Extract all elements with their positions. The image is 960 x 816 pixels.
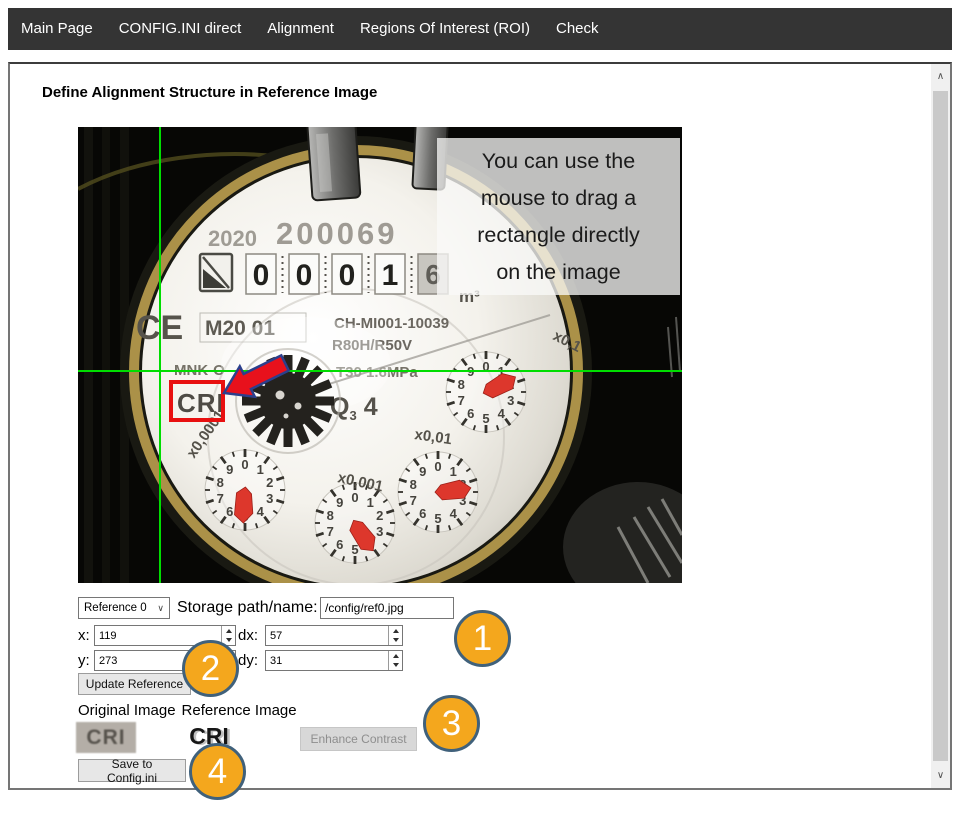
svg-text:6: 6 (226, 504, 233, 519)
dial-x0-01: 0123456789 (398, 451, 478, 533)
svg-text:0: 0 (296, 259, 313, 292)
dy-label: dy: (238, 650, 258, 671)
application-window: Main Page CONFIG.INI direct Alignment Re… (0, 0, 960, 816)
svg-text:7: 7 (217, 491, 224, 506)
register-digits: 0 0 0 1 6 (246, 254, 448, 294)
svg-text:5: 5 (434, 511, 441, 526)
serial-year: 2020 (208, 226, 257, 251)
step-badge-2: 2 (182, 640, 239, 697)
reference-image[interactable]: 2020 200069 (78, 127, 682, 583)
meter-clip-left (307, 127, 360, 201)
dial-x0-1: 0123456789 (446, 351, 526, 433)
x-label: x: (78, 625, 90, 646)
svg-text:1: 1 (257, 462, 264, 477)
svg-text:1: 1 (367, 495, 374, 510)
svg-text:3: 3 (376, 524, 383, 539)
svg-text:6: 6 (336, 537, 343, 552)
original-image-thumb: CRI (76, 722, 136, 753)
dx-label: dx: (238, 625, 258, 646)
comparison-labels: Original Image Reference Image (78, 702, 297, 719)
svg-text:0: 0 (434, 459, 441, 474)
svg-text:0: 0 (351, 490, 358, 505)
scroll-down-icon[interactable]: ∨ (931, 765, 950, 786)
dx-spinner[interactable] (388, 626, 402, 645)
svg-text:3: 3 (507, 393, 514, 408)
svg-text:8: 8 (217, 475, 224, 490)
dy-spinner[interactable] (388, 651, 402, 670)
enhance-contrast-button[interactable]: Enhance Contrast (300, 727, 417, 751)
nav-item-alignment[interactable]: Alignment (254, 8, 347, 50)
dy-input[interactable] (265, 650, 403, 671)
svg-text:2: 2 (266, 475, 273, 490)
svg-text:5: 5 (351, 542, 358, 557)
svg-text:7: 7 (458, 393, 465, 408)
nav-item-check[interactable]: Check (543, 8, 612, 50)
page-title: Define Alignment Structure in Reference … (42, 84, 377, 101)
svg-text:4: 4 (450, 506, 458, 521)
reference-image-label: Reference Image (182, 702, 297, 719)
svg-text:1: 1 (450, 464, 457, 479)
svg-text:8: 8 (327, 508, 334, 523)
svg-text:6: 6 (467, 406, 474, 421)
svg-text:3: 3 (266, 491, 273, 506)
nav-item-config-ini[interactable]: CONFIG.INI direct (106, 8, 255, 50)
dial-x0-001: 0123456789 (315, 482, 395, 564)
y-label: y: (78, 650, 90, 671)
step-badge-3: 3 (423, 695, 480, 752)
dx-input[interactable] (265, 625, 403, 646)
svg-text:0: 0 (339, 259, 356, 292)
svg-text:9: 9 (336, 495, 343, 510)
scroll-up-icon[interactable]: ∧ (931, 66, 950, 87)
scrollbar[interactable]: ∧ ∨ (931, 64, 950, 788)
nav-item-roi[interactable]: Regions Of Interest (ROI) (347, 8, 543, 50)
content-frame: Define Alignment Structure in Reference … (8, 62, 952, 790)
svg-text:0: 0 (241, 457, 248, 472)
update-reference-button[interactable]: Update Reference (78, 673, 191, 695)
drag-hint-overlay: You can use the mouse to drag a rectangl… (437, 138, 680, 295)
nav-item-main-page[interactable]: Main Page (8, 8, 106, 50)
svg-text:6: 6 (419, 506, 426, 521)
chevron-down-icon: ∨ (157, 603, 164, 614)
svg-text:7: 7 (327, 524, 334, 539)
serial-number: 200069 (276, 216, 397, 251)
svg-text:4: 4 (498, 406, 506, 421)
svg-text:1: 1 (382, 259, 399, 292)
original-image-label: Original Image (78, 702, 176, 719)
svg-text:9: 9 (419, 464, 426, 479)
register-icon (200, 254, 232, 291)
svg-text:9: 9 (226, 462, 233, 477)
step-badge-4: 4 (189, 743, 246, 800)
step-badge-1: 1 (454, 610, 511, 667)
svg-text:8: 8 (458, 377, 465, 392)
gear-icon (236, 349, 340, 453)
storage-path-input[interactable] (320, 597, 454, 619)
svg-text:4: 4 (257, 504, 265, 519)
scroll-thumb[interactable] (933, 91, 948, 761)
save-config-button[interactable]: Save to Config.ini (78, 759, 186, 782)
svg-text:7: 7 (410, 493, 417, 508)
dial-x0-0001: 0123456789 (205, 449, 285, 531)
reference-select[interactable]: Reference 0 ∨ (78, 597, 170, 619)
svg-text:5: 5 (482, 411, 489, 426)
main-nav: Main Page CONFIG.INI direct Alignment Re… (8, 8, 952, 50)
storage-path-label: Storage path/name: (177, 597, 318, 619)
svg-text:8: 8 (410, 477, 417, 492)
svg-text:0: 0 (253, 259, 270, 292)
svg-text:2: 2 (376, 508, 383, 523)
